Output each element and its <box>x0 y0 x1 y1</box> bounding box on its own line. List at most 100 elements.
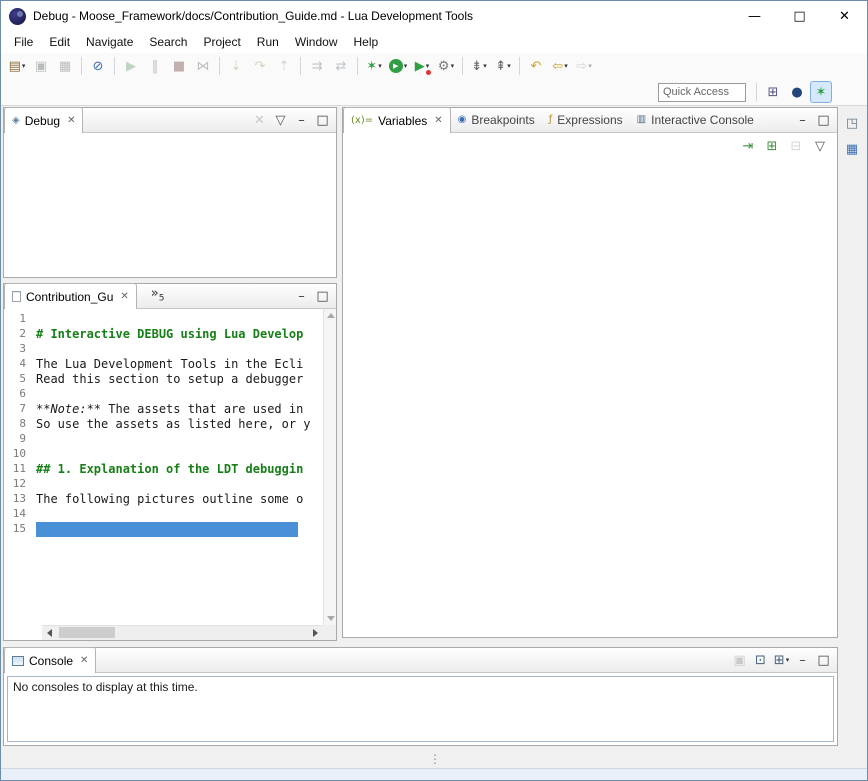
dropdown-caret-icon[interactable]: ▾ <box>404 62 408 70</box>
line-number[interactable]: 1 <box>4 312 36 327</box>
editor-line[interactable]: 9 <box>4 432 323 447</box>
line-number[interactable]: 15 <box>4 522 36 537</box>
editor-line[interactable]: 11## 1. Explanation of the LDT debuggin <box>4 462 323 477</box>
last-edit-location-icon[interactable]: ↶ <box>525 55 547 77</box>
show-type-names-icon[interactable]: ⇥ <box>737 135 759 157</box>
titlebar[interactable]: Debug - Moose_Framework/docs/Contributio… <box>1 1 867 31</box>
tab-expressions[interactable]: ƒExpressions <box>542 107 630 132</box>
editor-line[interactable]: 5Read this section to setup a debugger <box>4 372 323 387</box>
editor-line[interactable]: 3 <box>4 342 323 357</box>
editor-horizontal-scrollbar[interactable] <box>42 625 323 640</box>
menu-window[interactable]: Window <box>287 32 346 52</box>
new-wizard-icon[interactable]: ▤▾ <box>6 55 28 77</box>
dropdown-caret-icon[interactable]: ▾ <box>483 62 487 70</box>
line-number[interactable]: 11 <box>4 462 36 477</box>
line-number[interactable]: 13 <box>4 492 36 507</box>
minimize-icon[interactable]: – <box>793 111 812 130</box>
suspend-icon[interactable]: ‖ <box>144 55 166 77</box>
dropdown-caret-icon[interactable]: ▾ <box>588 62 592 70</box>
skip-all-breakpoints-icon[interactable]: ⊘ <box>87 55 109 77</box>
editor-line[interactable]: 8So use the assets as listed here, or y <box>4 417 323 432</box>
scroll-up-arrow-icon[interactable] <box>327 313 335 318</box>
editor-tab-contribution-guide[interactable]: Contribution_Gu ✕ <box>4 283 137 309</box>
dropdown-caret-icon[interactable]: ▾ <box>426 62 430 70</box>
minimize-icon[interactable]: – <box>292 287 311 306</box>
tab-debug[interactable]: ◈ Debug ✕ <box>4 107 83 133</box>
line-number[interactable]: 3 <box>4 342 36 357</box>
restore-minimized-view-icon[interactable]: ◳ <box>841 112 863 134</box>
sash-handle[interactable]: ⋮ <box>429 753 441 765</box>
collapse-all-icon[interactable]: ⊟ <box>785 135 807 157</box>
editor-line[interactable]: 13The following pictures outline some o <box>4 492 323 507</box>
quick-access-input[interactable] <box>658 83 746 102</box>
minimize-icon[interactable]: – <box>292 111 311 130</box>
maximize-icon[interactable]: □ <box>814 651 833 670</box>
editor-line[interactable]: 7**Note:** The assets that are used in <box>4 402 323 417</box>
scroll-left-arrow-icon[interactable] <box>42 626 57 640</box>
maximize-icon[interactable]: □ <box>313 287 332 306</box>
tab-console[interactable]: Console ✕ <box>4 647 96 673</box>
previous-annotation-icon[interactable]: ⇞▾ <box>492 55 514 77</box>
show-logical-structures-icon[interactable]: ⊞ <box>761 135 783 157</box>
run-icon[interactable]: ▶▾ <box>387 55 409 77</box>
scroll-down-arrow-icon[interactable] <box>327 616 335 621</box>
dropdown-caret-icon[interactable]: ▾ <box>451 62 455 70</box>
maximize-window-button[interactable]: □ <box>777 1 822 31</box>
disconnect-icon[interactable]: ⋈ <box>192 55 214 77</box>
maximize-icon[interactable]: □ <box>313 111 332 130</box>
close-tab-icon[interactable]: ✕ <box>120 291 128 302</box>
tab-overflow-chevron-icon[interactable]: »5 <box>151 287 165 304</box>
editor-line[interactable]: 14 <box>4 507 323 522</box>
editor-line[interactable]: 6 <box>4 387 323 402</box>
step-into-icon[interactable]: ⇣ <box>225 55 247 77</box>
dropdown-caret-icon[interactable]: ▾ <box>786 656 790 664</box>
step-over-icon[interactable]: ↷ <box>249 55 271 77</box>
view-menu-icon[interactable]: ▽ <box>271 111 290 130</box>
tab-breakpoints[interactable]: ◉Breakpoints <box>451 107 542 132</box>
editor-line[interactable]: 4The Lua Development Tools in the Ecli <box>4 357 323 372</box>
step-return-icon[interactable]: ⇡ <box>273 55 295 77</box>
close-tab-icon[interactable]: ✕ <box>80 655 88 666</box>
editor-line[interactable]: 10 <box>4 447 323 462</box>
menu-edit[interactable]: Edit <box>41 32 78 52</box>
line-number[interactable]: 12 <box>4 477 36 492</box>
close-window-button[interactable]: ✕ <box>822 1 867 31</box>
resume-icon[interactable]: ▶ <box>120 55 142 77</box>
restart-icon[interactable]: ⇄ <box>330 55 352 77</box>
minimize-window-button[interactable]: — <box>732 1 777 31</box>
debug-perspective-icon[interactable]: ✶ <box>810 81 832 103</box>
coverage-icon[interactable]: ▶▾ <box>411 55 433 77</box>
editor-line[interactable]: 2# Interactive DEBUG using Lua Develop <box>4 327 323 342</box>
line-number[interactable]: 10 <box>4 447 36 462</box>
tab-interactive-console[interactable]: ▥Interactive Console <box>630 107 761 132</box>
minimize-icon[interactable]: – <box>793 651 812 670</box>
back-icon[interactable]: ⇦▾ <box>549 55 571 77</box>
editor-lines[interactable]: 12# Interactive DEBUG using Lua Develop3… <box>4 309 323 625</box>
lua-perspective-icon[interactable]: ● <box>786 81 808 103</box>
minimized-view-icon[interactable]: ▦ <box>841 138 863 160</box>
horizontal-scroll-thumb[interactable] <box>59 627 115 638</box>
debug-icon[interactable]: ✶▾ <box>363 55 385 77</box>
tab-variables[interactable]: (x)=Variables✕ <box>343 107 451 133</box>
line-number[interactable]: 5 <box>4 372 36 387</box>
menu-search[interactable]: Search <box>141 32 195 52</box>
dropdown-caret-icon[interactable]: ▾ <box>22 62 26 70</box>
use-step-filters-icon[interactable]: ⇉ <box>306 55 328 77</box>
line-number[interactable]: 6 <box>4 387 36 402</box>
menu-navigate[interactable]: Navigate <box>78 32 141 52</box>
editor-line[interactable]: 1 <box>4 312 323 327</box>
pin-console-icon[interactable]: ▣ <box>730 651 749 670</box>
close-tab-icon[interactable]: ✕ <box>67 115 75 126</box>
dropdown-caret-icon[interactable]: ▾ <box>564 62 568 70</box>
open-console-icon[interactable]: ⊞▾ <box>772 651 791 670</box>
terminate-icon[interactable]: ■ <box>168 55 190 77</box>
dropdown-caret-icon[interactable]: ▾ <box>507 62 511 70</box>
menu-file[interactable]: File <box>6 32 41 52</box>
line-number[interactable]: 7 <box>4 402 36 417</box>
line-number[interactable]: 4 <box>4 357 36 372</box>
open-perspective-icon[interactable]: ⊞ <box>762 81 784 103</box>
display-selected-console-icon[interactable]: ⊡ <box>751 651 770 670</box>
dropdown-caret-icon[interactable]: ▾ <box>378 62 382 70</box>
line-number[interactable]: 9 <box>4 432 36 447</box>
next-annotation-icon[interactable]: ⇟▾ <box>468 55 490 77</box>
